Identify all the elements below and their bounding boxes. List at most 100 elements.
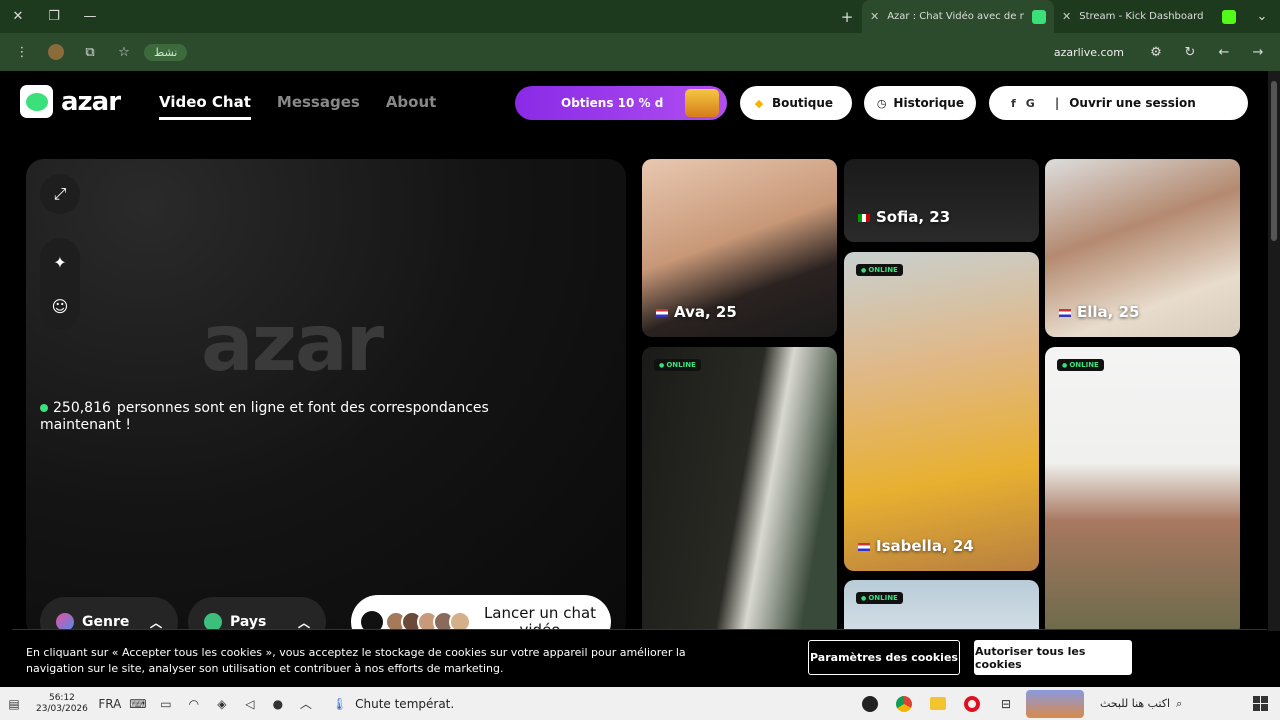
login-button[interactable]: f G | Ouvrir une session: [989, 86, 1248, 120]
weather-text: Chute températ.: [355, 696, 455, 711]
accept-cookies-button[interactable]: Autoriser tous les cookies: [974, 640, 1132, 675]
keyboard-icon[interactable]: ⌨: [124, 692, 152, 716]
promo-button[interactable]: Obtiens 10 % d: [515, 86, 727, 120]
url-text[interactable]: azarlive.com: [1054, 46, 1136, 59]
close-tab-icon[interactable]: ✕: [870, 10, 879, 23]
page-scrollbar[interactable]: [1268, 71, 1280, 631]
clock-time: 56:12: [48, 692, 75, 703]
battery-icon[interactable]: ▭: [152, 692, 180, 716]
boutique-label: Boutique: [772, 96, 834, 110]
search-placeholder: اكتب هنا للبحث: [1100, 697, 1171, 710]
tool-group: ✦ ☺: [40, 238, 80, 330]
reload-icon[interactable]: ↻: [1176, 38, 1204, 66]
restore-window-icon[interactable]: ❐: [36, 0, 72, 33]
promo-label: Obtiens 10 % d: [561, 96, 664, 110]
microphone-icon[interactable]: ●: [264, 692, 292, 716]
online-dot-icon: [40, 404, 48, 412]
clock-icon: ◷: [876, 96, 887, 110]
side-tools: ⤢ ✦ ☺: [40, 174, 80, 330]
obs-app-icon[interactable]: [856, 692, 884, 716]
close-tab-icon[interactable]: ✕: [1062, 10, 1071, 23]
online-badge: ONLINE: [856, 264, 903, 276]
notification-icon[interactable]: ▤: [0, 692, 28, 716]
taskbar: ▤ 56:12 23/03/2026 FRA ⌨ ▭ ◠ ◈ ◁ ● ︿ 🌡 C…: [0, 687, 1280, 720]
profile-name: Ella, 25: [1059, 303, 1139, 321]
azar-watermark: azar: [201, 299, 384, 389]
video-camera-icon: [361, 611, 383, 631]
cookie-settings-button[interactable]: Paramètres des cookies: [808, 640, 960, 675]
video-panel: ⤢ ✦ ☺ azar 250,816 personnes sont en lign…: [26, 159, 626, 631]
nav-video-chat[interactable]: Video Chat: [159, 93, 251, 120]
gem-icon: ◆: [754, 96, 764, 110]
clock[interactable]: 56:12 23/03/2026: [28, 693, 96, 715]
nav-messages[interactable]: Messages: [277, 93, 360, 120]
launch-chat-button[interactable]: Lancer un chat vidéo: [351, 595, 611, 631]
pays-filter[interactable]: Pays ︿: [188, 597, 326, 631]
historique-button[interactable]: ◷ Historique: [864, 86, 976, 120]
tab-kick[interactable]: ✕ Stream - Kick Dashboard: [1054, 0, 1244, 33]
azar-logo[interactable]: azar: [20, 85, 121, 118]
profile-card-ava[interactable]: Ava, 25: [642, 159, 837, 337]
divider: |: [1054, 96, 1060, 110]
avatar-stack: [385, 611, 471, 631]
profile-name: Isabella, 24: [858, 537, 974, 555]
boutique-button[interactable]: ◆ Boutique: [740, 86, 852, 120]
profile-avatar-icon[interactable]: [42, 38, 70, 66]
chevron-up-icon: ︿: [297, 615, 310, 630]
minimize-window-icon[interactable]: —: [72, 0, 108, 33]
menu-icon[interactable]: ⋮: [8, 38, 36, 66]
profile-card-partial[interactable]: ONLINE: [844, 580, 1039, 631]
forward-icon[interactable]: →: [1244, 38, 1272, 66]
tab-title: Azar : Chat Vidéo avec de nouv: [887, 11, 1024, 22]
site-settings-icon[interactable]: ⚙: [1142, 38, 1170, 66]
profile-name: Ava, 25: [656, 303, 737, 321]
magic-wand-icon[interactable]: ✦: [40, 240, 80, 284]
taskbar-search[interactable]: ⌕ اكتب هنا للبحث: [1090, 687, 1240, 720]
clock-date: 23/03/2026: [36, 703, 88, 714]
profile-card-isabella[interactable]: ONLINE Isabella, 24: [844, 252, 1039, 571]
online-status: 250,816 personnes sont en ligne et font d…: [40, 400, 560, 434]
chevron-up-icon[interactable]: ︿: [292, 692, 320, 716]
tab-azar[interactable]: ✕ Azar : Chat Vidéo avec de nouv: [862, 0, 1054, 33]
close-window-icon[interactable]: ✕: [0, 0, 36, 33]
us-flag-icon: [1059, 308, 1071, 317]
genre-label: Genre: [82, 614, 130, 630]
task-view-icon[interactable]: ⊟: [992, 692, 1020, 716]
launch-label: Lancer un chat vidéo: [483, 604, 597, 632]
volume-icon[interactable]: ◁: [236, 692, 264, 716]
desert-widget-image[interactable]: [1026, 689, 1084, 718]
profile-card-sofia[interactable]: Sofia, 23: [844, 159, 1039, 242]
cookie-banner: En cliquant sur « Accepter tous les cook…: [12, 629, 1267, 687]
language-indicator[interactable]: FRA: [96, 692, 124, 716]
face-filter-icon[interactable]: ☺: [40, 284, 80, 328]
nav-about[interactable]: About: [386, 93, 437, 120]
chrome-app-icon[interactable]: [890, 692, 918, 716]
cookie-text: En cliquant sur « Accepter tous les cook…: [26, 646, 686, 675]
chevron-up-icon: ︿: [149, 615, 162, 630]
opera-app-icon[interactable]: [958, 692, 986, 716]
scrollbar-thumb[interactable]: [1271, 81, 1277, 241]
back-icon[interactable]: ←: [1210, 38, 1238, 66]
windows-start-icon[interactable]: [1240, 692, 1280, 716]
file-explorer-icon[interactable]: [924, 692, 952, 716]
tab-search-icon[interactable]: ⌄: [1244, 0, 1280, 33]
wifi-icon[interactable]: ◠: [180, 692, 208, 716]
google-icon: G: [1025, 96, 1035, 110]
extension-pill[interactable]: نشط: [144, 43, 188, 61]
kick-favicon-icon: [1222, 9, 1236, 24]
expand-icon[interactable]: ⤢: [40, 174, 80, 214]
profile-card-man[interactable]: ONLINE: [642, 347, 837, 631]
weather-widget[interactable]: 🌡 Chute températ.: [320, 697, 466, 711]
historique-label: Historique: [893, 96, 964, 110]
new-tab-button[interactable]: +: [832, 8, 862, 26]
bookmark-star-icon[interactable]: ☆: [110, 38, 138, 66]
profile-card-ella[interactable]: Ella, 25: [1045, 159, 1240, 337]
thermometer-icon: 🌡: [331, 696, 348, 711]
extensions-icon[interactable]: ⧉: [76, 38, 104, 66]
treasure-chest-icon: [685, 89, 719, 117]
avatar: [449, 611, 471, 631]
genre-filter[interactable]: Genre ︿: [40, 597, 178, 631]
profile-card-woman[interactable]: ONLINE: [1045, 347, 1240, 631]
tab-title: Stream - Kick Dashboard: [1079, 11, 1204, 22]
security-icon[interactable]: ◈: [208, 692, 236, 716]
